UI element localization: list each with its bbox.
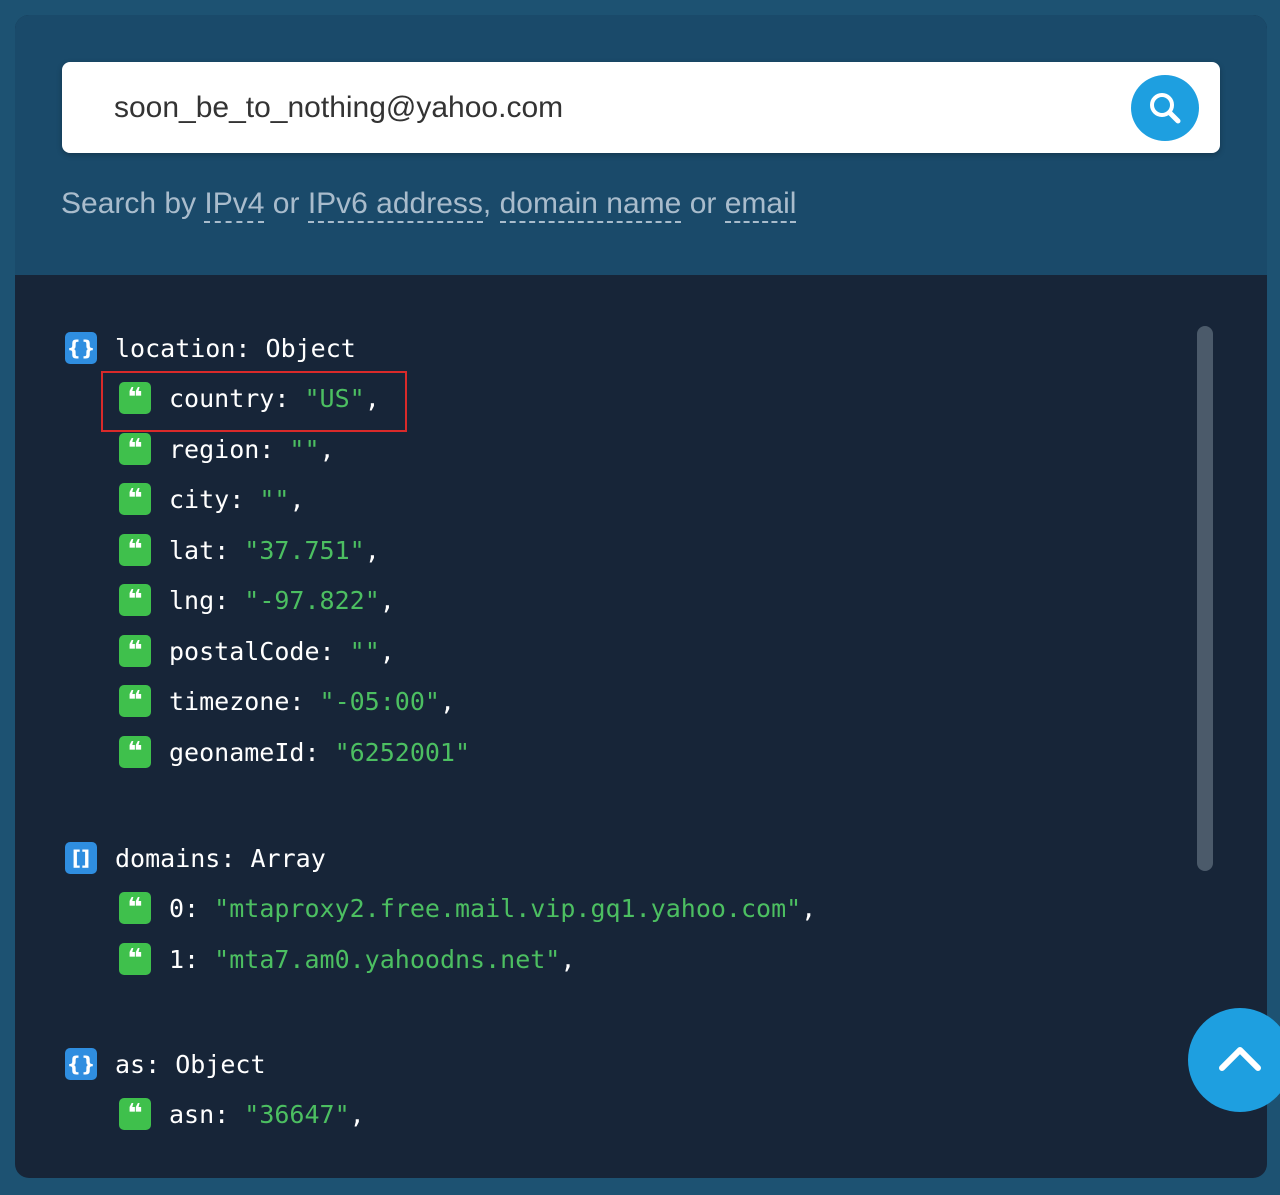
field-value: "6252001" — [334, 737, 471, 767]
search-icon — [1150, 93, 1181, 124]
field-value: "" — [259, 484, 290, 514]
field-separator: , — [349, 1099, 365, 1129]
tree-node-domains[interactable]: [] domains: Array — [65, 841, 326, 875]
quote-icon: ❝ — [119, 736, 151, 768]
field-key: lng: — [169, 585, 230, 615]
ipv6-link[interactable]: IPv6 address — [307, 187, 483, 223]
field-key: timezone: — [169, 686, 305, 716]
field-value: "mta7.am0.yahoodns.net" — [214, 944, 561, 974]
field-key: region: — [169, 434, 275, 464]
email-link[interactable]: email — [724, 187, 797, 223]
field-value: "" — [349, 636, 380, 666]
tree-node-location[interactable]: {} location: Object — [65, 331, 356, 365]
tree-field: ❝ postalCode: "", — [119, 634, 395, 668]
search-hint: Search by IPv4 or IPv6 address, domain n… — [61, 187, 797, 223]
quote-icon: ❝ — [119, 685, 151, 717]
tree-field: ❝ country: "US", — [119, 381, 380, 415]
node-key: as: — [115, 1049, 161, 1079]
field-separator: , — [364, 535, 380, 565]
hint-or: or — [264, 187, 308, 220]
tree-field: ❝ 0: "mtaproxy2.free.mail.vip.gq1.yahoo.c… — [119, 891, 816, 925]
field-value: "-05:00" — [319, 686, 440, 716]
field-key: postalCode: — [169, 636, 335, 666]
scrollbar[interactable] — [1197, 326, 1213, 871]
field-separator: , — [801, 893, 817, 923]
quote-icon: ❝ — [119, 433, 151, 465]
hint-or: or — [681, 187, 725, 220]
tree-field: ❝ 1: "mta7.am0.yahoodns.net", — [119, 942, 575, 976]
field-value: "mtaproxy2.free.mail.vip.gq1.yahoo.com" — [214, 893, 802, 923]
field-key: 1: — [169, 944, 200, 974]
ipv4-link[interactable]: IPv4 — [204, 187, 265, 223]
field-value: "" — [289, 434, 320, 464]
field-separator: , — [319, 434, 335, 464]
quote-icon: ❝ — [119, 943, 151, 975]
json-tree: {} location: Object ❝ country: "US", ❝ regi… — [15, 275, 1267, 1178]
tree-field: ❝ lng: "-97.822", — [119, 583, 395, 617]
node-key: domains: — [115, 843, 236, 873]
node-type: Array — [250, 843, 326, 873]
quote-icon: ❝ — [119, 1098, 151, 1130]
quote-icon: ❝ — [119, 483, 151, 515]
field-key: country: — [169, 383, 290, 413]
field-key: lat: — [169, 535, 230, 565]
tree-field: ❝ timezone: "-05:00", — [119, 684, 455, 718]
field-separator: , — [379, 636, 395, 666]
node-type: Object — [175, 1049, 266, 1079]
field-separator: , — [289, 484, 305, 514]
field-separator: , — [364, 383, 380, 413]
search-button[interactable] — [1131, 75, 1199, 141]
tree-field: ❝ region: "", — [119, 432, 335, 466]
field-separator: , — [439, 686, 456, 716]
search-input[interactable] — [112, 84, 1116, 132]
search-box — [62, 62, 1220, 153]
field-value: "US" — [304, 383, 365, 413]
hint-comma: , — [482, 187, 500, 220]
field-separator: , — [560, 944, 576, 974]
tree-field: ❝ lat: "37.751", — [119, 533, 380, 567]
tree-field: ❝ city: "", — [119, 482, 305, 516]
node-type: Object — [265, 333, 356, 363]
quote-icon: ❝ — [119, 892, 151, 924]
tree-node-as[interactable]: {} as: Object — [65, 1047, 266, 1081]
field-separator: , — [379, 585, 395, 615]
field-key: geonameId: — [169, 737, 320, 767]
search-panel: Search by IPv4 or IPv6 address, domain n… — [15, 15, 1267, 275]
curly-braces-icon: {} — [65, 1048, 97, 1080]
curly-braces-icon: {} — [65, 332, 97, 364]
field-value: "37.751" — [244, 535, 365, 565]
app-frame: Search by IPv4 or IPv6 address, domain n… — [15, 15, 1267, 1178]
square-brackets-icon: [] — [65, 842, 97, 874]
field-value: "-97.822" — [244, 585, 380, 615]
field-key: asn: — [169, 1099, 230, 1129]
field-value: "36647" — [244, 1099, 350, 1129]
quote-icon: ❝ — [119, 584, 151, 616]
field-key: 0: — [169, 893, 200, 923]
hint-prefix: Search by — [61, 187, 205, 220]
field-key: city: — [169, 484, 245, 514]
quote-icon: ❝ — [119, 382, 151, 414]
quote-icon: ❝ — [119, 635, 151, 667]
chevron-up-icon — [1219, 1047, 1261, 1071]
tree-field: ❝ asn: "36647", — [119, 1097, 365, 1131]
domain-link[interactable]: domain name — [499, 187, 682, 223]
tree-field: ❝ geonameId: "6252001" — [119, 735, 470, 769]
quote-icon: ❝ — [119, 534, 151, 566]
node-key: location: — [115, 333, 251, 363]
